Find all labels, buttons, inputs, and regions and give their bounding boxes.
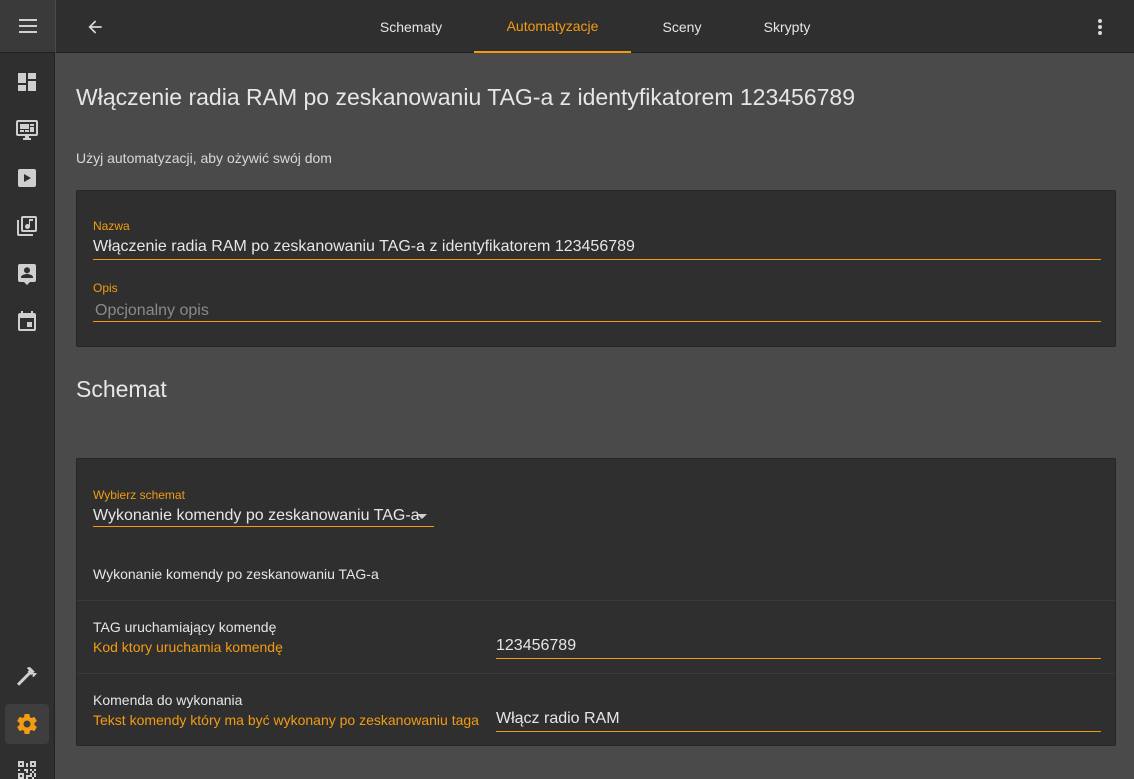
name-field[interactable]: Włączenie radia RAM po zeskanowaniu TAG-…	[93, 238, 635, 256]
overflow-menu-button[interactable]	[1090, 14, 1110, 40]
divider	[77, 673, 1115, 674]
qrcode-icon	[18, 761, 36, 779]
sidebar-item-settings[interactable]	[5, 704, 49, 744]
back-button[interactable]	[80, 14, 110, 40]
arrow-left-icon	[88, 20, 102, 34]
sidebar-item-developer-tools[interactable]	[5, 656, 49, 696]
command-input-subtitle: Tekst komendy który ma być wykonany po z…	[93, 712, 479, 728]
top-app-bar: Schematy Automatyzacje Sceny Skrypty	[56, 0, 1134, 53]
sidebar-item-users[interactable]	[5, 254, 49, 294]
description-field-underline	[93, 321, 1101, 322]
monitor-dashboard-icon	[16, 120, 38, 140]
hamburger-menu-icon	[18, 19, 37, 33]
details-card: Nazwa Włączenie radia RAM po zeskanowani…	[76, 190, 1116, 347]
dashboard-icon	[18, 73, 36, 91]
blueprint-select[interactable]: Wykonanie komendy po zeskanowaniu TAG-a	[93, 507, 420, 525]
sidebar-item-media[interactable]	[5, 158, 49, 198]
playlist-music-icon	[17, 216, 37, 236]
tab-automations[interactable]: Automatyzacje	[474, 0, 631, 53]
divider	[77, 600, 1115, 601]
sidebar	[0, 0, 55, 779]
intro-text: Użyj automatyzacji, aby ożywić swój dom	[76, 150, 332, 166]
sidebar-item-monitor[interactable]	[5, 110, 49, 150]
tag-input-underline	[496, 658, 1101, 659]
description-field[interactable]: Opcjonalny opis	[95, 302, 209, 320]
blueprint-card: Wybierz schemat Wykonanie komendy po zes…	[76, 458, 1116, 746]
name-field-label: Nazwa	[93, 219, 130, 233]
tab-blueprints[interactable]: Schematy	[360, 0, 462, 53]
dropdown-arrow-icon[interactable]	[417, 514, 427, 519]
blueprint-select-underline	[93, 526, 434, 527]
command-input-underline	[496, 731, 1101, 732]
dots-vertical-icon	[1098, 19, 1102, 35]
play-box-icon	[18, 169, 36, 187]
blueprint-section-title: Schemat	[76, 376, 167, 402]
tab-scripts[interactable]: Skrypty	[746, 0, 828, 53]
tag-input-title: TAG uruchamiający komendę	[93, 619, 277, 635]
menu-toggle-button[interactable]	[0, 0, 55, 53]
tag-input-field[interactable]: 123456789	[496, 637, 576, 655]
sidebar-item-music[interactable]	[5, 206, 49, 246]
page-title: Włączenie radia RAM po zeskanowaniu TAG-…	[76, 84, 856, 110]
tag-input-subtitle: Kod ktory uruchamia komendę	[93, 639, 283, 655]
account-box-icon	[18, 264, 36, 285]
sidebar-item-qr[interactable]	[5, 750, 49, 779]
blueprint-description: Wykonanie komendy po zeskanowaniu TAG-a	[93, 566, 379, 582]
blueprint-select-label: Wybierz schemat	[93, 488, 185, 502]
description-field-label: Opis	[93, 281, 118, 295]
calendar-icon	[18, 311, 36, 331]
command-input-field[interactable]: Włącz radio RAM	[496, 710, 620, 728]
name-field-underline	[93, 259, 1101, 260]
command-input-title: Komenda do wykonania	[93, 692, 243, 708]
sidebar-item-overview[interactable]	[5, 62, 49, 102]
hammer-icon	[17, 667, 37, 686]
gear-icon	[17, 714, 37, 734]
sidebar-item-calendar[interactable]	[5, 302, 49, 342]
tab-scenes[interactable]: Sceny	[646, 0, 718, 53]
